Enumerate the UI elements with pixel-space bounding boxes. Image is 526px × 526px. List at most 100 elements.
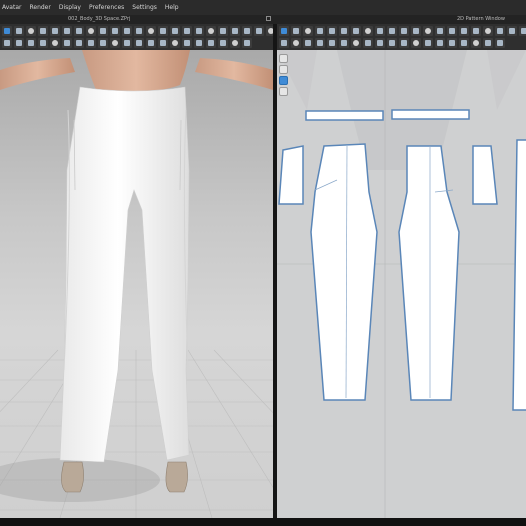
text-icon[interactable] [182,38,192,48]
select-icon[interactable] [122,26,132,36]
select-point-icon[interactable] [279,76,288,85]
pin-icon[interactable] [519,26,526,36]
maximize-icon[interactable] [266,16,271,21]
move-icon[interactable] [206,38,216,48]
pin-icon[interactable] [327,26,337,36]
menu-settings[interactable]: Settings [132,4,157,11]
pin-icon[interactable] [50,26,60,36]
menu-preferences[interactable]: Preferences [89,4,124,11]
text-icon[interactable] [74,26,84,36]
rotate-icon[interactable] [206,26,216,36]
move-icon[interactable] [279,26,289,36]
text-icon[interactable] [86,38,96,48]
zoom-icon[interactable] [2,38,12,48]
measure-icon[interactable] [74,38,84,48]
pin-icon[interactable] [363,38,373,48]
rotate-icon[interactable] [110,26,120,36]
pin-icon[interactable] [242,26,252,36]
menu-render[interactable]: Render [29,4,50,11]
select-icon[interactable] [339,38,349,48]
measure-icon[interactable] [435,26,445,36]
sew-icon[interactable] [242,38,252,48]
select-icon[interactable] [230,38,240,48]
move-icon[interactable] [411,38,421,48]
rotate-icon[interactable] [122,38,132,48]
pattern-window-2d[interactable] [277,50,526,518]
sew-icon[interactable] [38,26,48,36]
select-icon[interactable] [435,38,445,48]
select-icon[interactable] [26,26,36,36]
move-icon[interactable] [2,26,12,36]
transform-icon[interactable] [279,65,288,74]
zoom-icon[interactable] [459,26,469,36]
zoom-icon[interactable] [86,26,96,36]
zoom-icon[interactable] [495,38,505,48]
sew-icon[interactable] [447,38,457,48]
measure-icon[interactable] [170,38,180,48]
move-icon[interactable] [315,38,325,48]
text-icon[interactable] [351,26,361,36]
select-icon[interactable] [134,38,144,48]
select-icon[interactable] [218,26,228,36]
zoom-icon[interactable] [194,38,204,48]
measure-icon[interactable] [471,38,481,48]
avatar-scene [0,50,273,518]
sew-icon[interactable] [50,38,60,48]
menu-avatar[interactable]: Avatar [2,4,21,11]
select-icon[interactable] [495,26,505,36]
text-icon[interactable] [291,38,301,48]
move-icon[interactable] [471,26,481,36]
move-icon[interactable] [14,38,24,48]
move-icon[interactable] [194,26,204,36]
pin-icon[interactable] [459,38,469,48]
text-icon[interactable] [387,38,397,48]
rotate-icon[interactable] [423,38,433,48]
measure-icon[interactable] [158,26,168,36]
text-icon[interactable] [483,38,493,48]
rotate-icon[interactable] [327,38,337,48]
sew-icon[interactable] [146,38,156,48]
rotate-icon[interactable] [483,26,493,36]
sew-icon[interactable] [134,26,144,36]
move-icon[interactable] [110,38,120,48]
pin-icon[interactable] [62,38,72,48]
rotate-icon[interactable] [26,38,36,48]
pin-icon[interactable] [279,87,288,96]
zoom-icon[interactable] [303,38,313,48]
pin-icon[interactable] [158,38,168,48]
measure-icon[interactable] [279,38,289,48]
edit-pattern-icon[interactable] [279,54,288,63]
text-icon[interactable] [447,26,457,36]
zoom-icon[interactable] [399,38,409,48]
sew-icon[interactable] [315,26,325,36]
pin-icon[interactable] [423,26,433,36]
rotate-icon[interactable] [218,38,228,48]
move-icon[interactable] [375,26,385,36]
rotate-icon[interactable] [387,26,397,36]
sew-icon[interactable] [230,26,240,36]
text-icon[interactable] [170,26,180,36]
viewport-3d[interactable] [0,50,273,518]
zoom-icon[interactable] [182,26,192,36]
select-icon[interactable] [303,26,313,36]
measure-icon[interactable] [62,26,72,36]
menu-display[interactable]: Display [59,4,81,11]
zoom-icon[interactable] [98,38,108,48]
rotate-icon[interactable] [14,26,24,36]
measure-icon[interactable] [375,38,385,48]
measure-icon[interactable] [339,26,349,36]
left-arm [0,58,75,90]
pattern-side-tools [279,54,289,96]
pin-icon[interactable] [146,26,156,36]
zoom-icon[interactable] [363,26,373,36]
menu-help[interactable]: Help [165,4,179,11]
select-icon[interactable] [399,26,409,36]
measure-icon[interactable] [254,26,264,36]
move-icon[interactable] [98,26,108,36]
sew-icon[interactable] [507,26,517,36]
select-icon[interactable] [38,38,48,48]
sew-icon[interactable] [411,26,421,36]
toolbar-3d [0,24,276,50]
rotate-icon[interactable] [291,26,301,36]
sew-icon[interactable] [351,38,361,48]
